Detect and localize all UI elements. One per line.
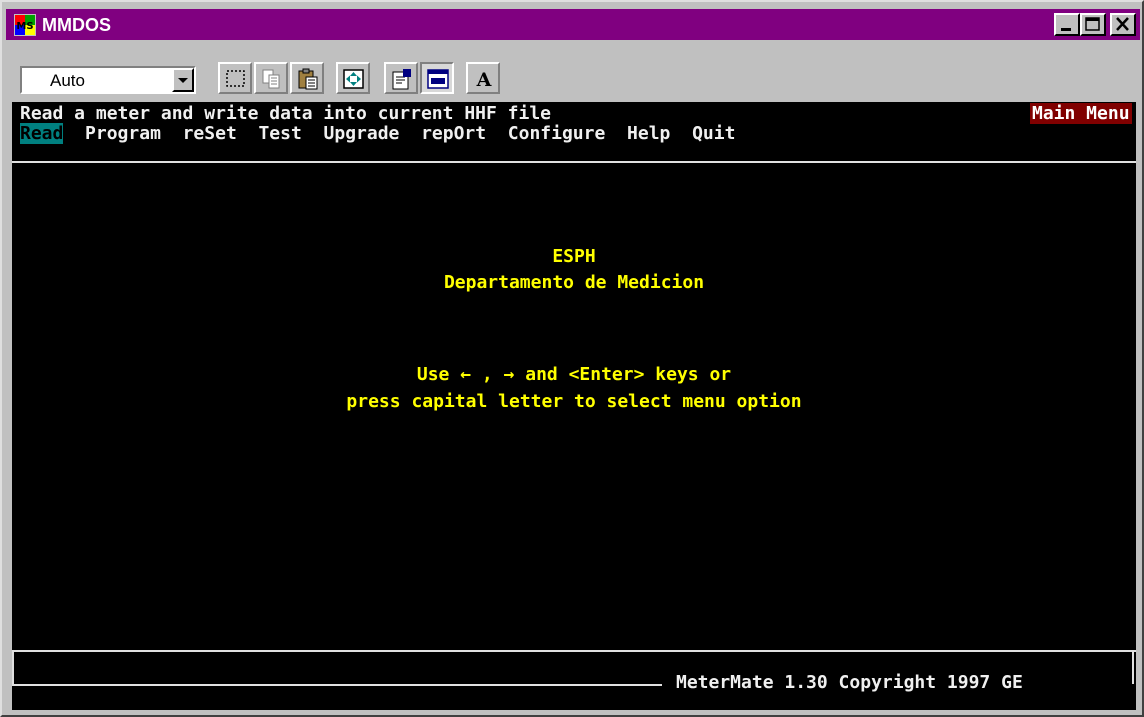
properties-button[interactable] [384, 62, 418, 94]
minimize-button[interactable] [1054, 13, 1080, 36]
window-title: MMDOS [42, 15, 111, 35]
menu-item-upgrade[interactable]: Upgrade [324, 123, 400, 144]
fullscreen-button[interactable] [336, 62, 370, 94]
font-size-select[interactable]: Auto [20, 66, 196, 94]
properties-icon [392, 69, 411, 90]
status-divider [12, 650, 1136, 652]
copy-button[interactable] [254, 62, 288, 94]
footer-rule [12, 684, 662, 686]
font-button[interactable]: A [466, 62, 500, 94]
menu-item-test[interactable]: Test [258, 123, 301, 144]
background-icon [427, 69, 449, 89]
status-line: Read a meter and write data into current… [20, 103, 552, 124]
close-button[interactable] [1110, 13, 1136, 36]
frame-right [1132, 650, 1134, 684]
menu-item-reset[interactable]: reSet [183, 123, 237, 144]
menu-bar: Read Program reSet Test Upgrade repOrt C… [20, 123, 735, 144]
toolbar: Auto A [6, 42, 1140, 100]
console-screen[interactable]: Read a meter and write data into current… [12, 102, 1136, 710]
main-menu-badge: Main Menu [1030, 103, 1132, 124]
close-icon [1116, 17, 1129, 31]
paste-button[interactable] [290, 62, 324, 94]
menu-divider [12, 161, 1136, 163]
copy-icon [262, 69, 280, 89]
svg-text:A: A [476, 69, 492, 90]
fullscreen-icon [343, 69, 364, 89]
menu-item-quit[interactable]: Quit [692, 123, 735, 144]
menu-item-read[interactable]: Read [20, 123, 64, 144]
menu-item-configure[interactable]: Configure [508, 123, 606, 144]
footer-copyright: MeterMate 1.30 Copyright 1997 GE [676, 672, 1023, 693]
org-name: ESPH [552, 246, 596, 267]
menu-item-help[interactable]: Help [627, 123, 670, 144]
paste-icon [298, 68, 318, 90]
maximize-icon [1085, 17, 1100, 31]
background-button[interactable] [420, 62, 454, 94]
frame-left [12, 650, 14, 684]
title-bar[interactable]: MS MMDOS [6, 9, 1140, 40]
mmdos-window: MS MMDOS Auto A Read a meter and write d… [0, 0, 1144, 717]
mark-button[interactable] [218, 62, 252, 94]
menu-item-report[interactable]: repOrt [421, 123, 486, 144]
ms-dos-app-icon: MS [14, 14, 36, 36]
font-icon: A [476, 69, 492, 90]
font-size-value: Auto [50, 71, 85, 90]
mark-icon [226, 70, 245, 87]
dropdown-button[interactable] [172, 68, 194, 92]
chevron-down-icon [178, 78, 188, 83]
maximize-button[interactable] [1080, 13, 1106, 36]
minimize-icon [1061, 28, 1071, 31]
org-department: Departamento de Medicion [443, 272, 705, 293]
svg-text:MS: MS [16, 21, 33, 32]
hint-line-1: Use ← , → and <Enter> keys or [416, 364, 732, 385]
menu-item-program[interactable]: Program [85, 123, 161, 144]
hint-line-2: press capital letter to select menu opti… [346, 391, 802, 412]
